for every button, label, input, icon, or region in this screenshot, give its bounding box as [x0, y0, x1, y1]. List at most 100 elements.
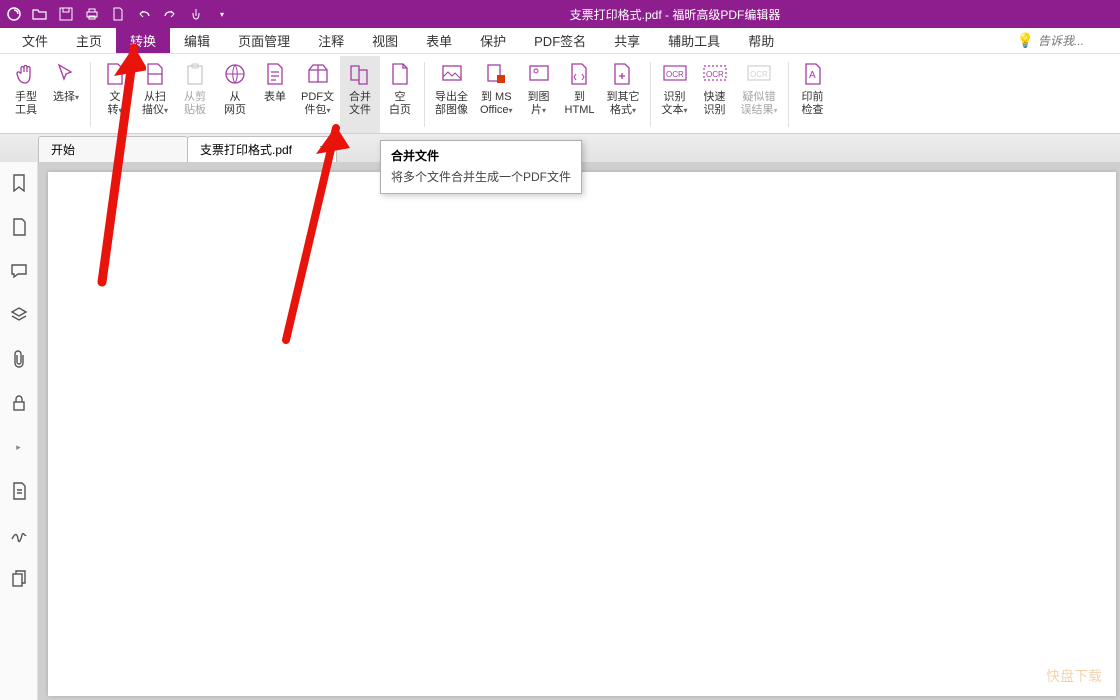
export-all-images-button[interactable]: 导出全 部图像 — [429, 56, 474, 133]
to-other-format-button[interactable]: 到其它 格式 — [601, 56, 646, 133]
export-all-images-label: 导出全 部图像 — [435, 91, 468, 117]
lightbulb-icon: 💡 — [1017, 32, 1034, 49]
select-button[interactable]: 选择 — [46, 56, 86, 133]
file-convert-button[interactable]: 文 转 — [95, 56, 135, 133]
to-other-format-label: 到其它 格式 — [607, 91, 640, 117]
ocr-suspect-icon: OCR — [745, 60, 773, 88]
quick-access-toolbar: ▾ — [0, 6, 230, 22]
menu-aux-tools[interactable]: 辅助工具 — [654, 28, 734, 53]
menu-edit[interactable]: 编辑 — [170, 28, 224, 53]
image-export-icon — [438, 60, 466, 88]
scanner-icon — [141, 60, 169, 88]
from-webpage-label: 从 网页 — [224, 91, 246, 117]
document-canvas[interactable] — [38, 162, 1120, 700]
hand-tool-button[interactable]: 手型 工具 — [6, 56, 46, 133]
bookmark-icon[interactable] — [8, 172, 30, 194]
pdf-package-label: PDF文 件包 — [301, 91, 334, 117]
undo-icon[interactable] — [136, 6, 152, 22]
articles-icon[interactable] — [8, 480, 30, 502]
from-clipboard-button: 从剪 贴板 — [175, 56, 215, 133]
page-view — [48, 172, 1116, 696]
menu-share[interactable]: 共享 — [600, 28, 654, 53]
cursor-icon — [52, 60, 80, 88]
workspace: ▸ — [0, 162, 1120, 700]
merge-files-label: 合并 文件 — [349, 91, 371, 117]
tell-me-search[interactable]: 💡 — [1017, 32, 1108, 49]
to-ms-office-button[interactable]: 到 MS Office — [474, 56, 519, 133]
menu-form[interactable]: 表单 — [412, 28, 466, 53]
ocr-text-label: 识别 文本 — [661, 91, 687, 117]
separator — [424, 62, 425, 127]
merge-files-button[interactable]: 合并 文件 — [340, 56, 380, 133]
ribbon-convert: 手型 工具 选择 文 转 从扫 描仪 从剪 贴板 从 网页 表单 — [0, 54, 1120, 134]
menu-convert[interactable]: 转换 — [116, 28, 170, 53]
svg-text:OCR: OCR — [666, 70, 684, 79]
blank-page-button[interactable]: 空 白页 — [380, 56, 420, 133]
close-tab-icon[interactable]: ✕ — [319, 143, 328, 156]
quick-ocr-icon: OCR — [701, 60, 729, 88]
tooltip-title: 合并文件 — [381, 141, 581, 166]
tab-start[interactable]: 开始 — [38, 136, 188, 162]
tab-start-label: 开始 — [51, 141, 75, 158]
preflight-icon: A — [799, 60, 827, 88]
menu-pdf-sign[interactable]: PDF签名 — [520, 28, 600, 53]
hand-tool-label: 手型 工具 — [15, 91, 37, 117]
menu-page-management[interactable]: 页面管理 — [224, 28, 304, 53]
preflight-button[interactable]: A 印前 检查 — [793, 56, 833, 133]
print-icon[interactable] — [84, 6, 100, 22]
form-button[interactable]: 表单 — [255, 56, 295, 133]
save-icon[interactable] — [58, 6, 74, 22]
menu-view[interactable]: 视图 — [358, 28, 412, 53]
tab-document-label: 支票打印格式.pdf — [200, 141, 292, 158]
from-scanner-label: 从扫 描仪 — [142, 91, 168, 117]
separator — [90, 62, 91, 127]
to-html-button[interactable]: 到 HTML — [559, 56, 601, 133]
redo-icon[interactable] — [162, 6, 178, 22]
qat-dropdown-icon[interactable]: ▾ — [214, 6, 230, 22]
to-image-button[interactable]: 到图 片 — [519, 56, 559, 133]
security-icon[interactable] — [8, 392, 30, 414]
blank-page-icon — [386, 60, 414, 88]
merge-icon — [346, 60, 374, 88]
window-title: 支票打印格式.pdf - 福昕高级PDF编辑器 — [230, 6, 1120, 23]
expand-sidebar-icon[interactable]: ▸ — [8, 436, 30, 458]
page-icon[interactable] — [110, 6, 126, 22]
preflight-label: 印前 检查 — [802, 91, 824, 117]
from-webpage-button[interactable]: 从 网页 — [215, 56, 255, 133]
file-convert-label: 文 转 — [107, 91, 122, 117]
touch-mode-icon[interactable] — [188, 6, 204, 22]
ocr-suspect-button: OCR 疑似错 误结果 — [735, 56, 784, 133]
attachments-icon[interactable] — [8, 348, 30, 370]
svg-text:A: A — [809, 70, 816, 81]
to-html-label: 到 HTML — [565, 91, 595, 117]
tab-document[interactable]: 支票打印格式.pdf ✕ — [187, 136, 337, 162]
from-clipboard-label: 从剪 贴板 — [184, 91, 206, 117]
pages-icon[interactable] — [8, 216, 30, 238]
tell-me-input[interactable] — [1038, 34, 1108, 48]
signatures-icon[interactable] — [8, 524, 30, 546]
document-icon — [101, 60, 129, 88]
quick-ocr-button[interactable]: OCR 快速 识别 — [695, 56, 735, 133]
menu-home[interactable]: 主页 — [62, 28, 116, 53]
menu-annotate[interactable]: 注释 — [304, 28, 358, 53]
ocr-text-button[interactable]: OCR 识别 文本 — [655, 56, 695, 133]
merge-files-tooltip: 合并文件 将多个文件合并生成一个PDF文件 — [380, 140, 582, 194]
to-ms-office-label: 到 MS Office — [480, 91, 513, 117]
menu-help[interactable]: 帮助 — [734, 28, 788, 53]
pdf-package-button[interactable]: PDF文 件包 — [295, 56, 340, 133]
tooltip-body: 将多个文件合并生成一个PDF文件 — [381, 166, 581, 193]
menu-file[interactable]: 文件 — [8, 28, 62, 53]
comments-icon[interactable] — [8, 260, 30, 282]
html-icon — [566, 60, 594, 88]
menu-protect[interactable]: 保护 — [466, 28, 520, 53]
package-icon — [304, 60, 332, 88]
menu-bar: 文件 主页 转换 编辑 页面管理 注释 视图 表单 保护 PDF签名 共享 辅助… — [0, 28, 1120, 54]
nav-sidebar: ▸ — [0, 162, 38, 700]
svg-text:OCR: OCR — [750, 70, 768, 79]
open-icon[interactable] — [32, 6, 48, 22]
copy-pages-icon[interactable] — [8, 568, 30, 590]
from-scanner-button[interactable]: 从扫 描仪 — [135, 56, 175, 133]
layers-icon[interactable] — [8, 304, 30, 326]
globe-icon — [221, 60, 249, 88]
title-bar: ▾ 支票打印格式.pdf - 福昕高级PDF编辑器 — [0, 0, 1120, 28]
